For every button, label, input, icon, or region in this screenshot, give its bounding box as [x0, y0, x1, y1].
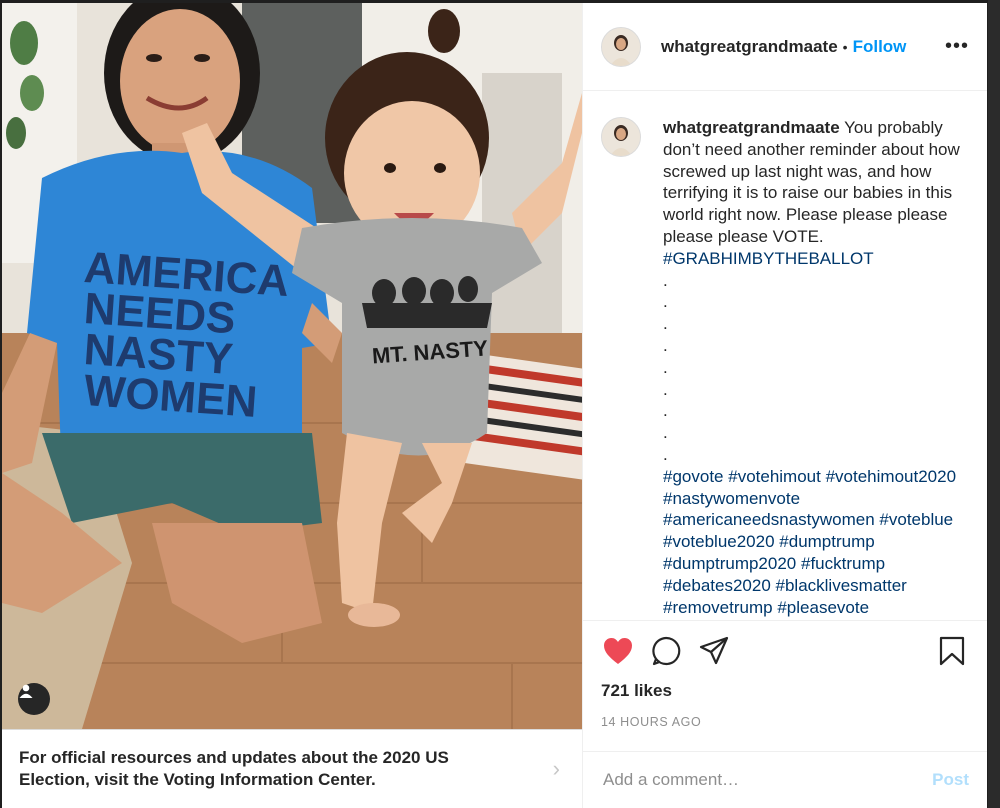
caption-row: whatgreatgrandmaate You probably don’t n…: [601, 117, 969, 618]
tagged-users-button[interactable]: [18, 683, 50, 715]
post-timestamp[interactable]: 14 HOURS AGO: [583, 707, 987, 752]
avatar-image: [602, 27, 640, 66]
media-panel: AMERICA NEEDS NASTY WOMEN MT. NASTY For …: [2, 3, 583, 808]
user-tag-icon: [19, 684, 33, 698]
hashtag-link[interactable]: #dumptrump2020: [663, 554, 796, 573]
avatar[interactable]: [601, 26, 641, 67]
hashtag-link[interactable]: #votehimout2020: [826, 467, 956, 486]
chevron-right-icon: ›: [552, 756, 560, 781]
caption-dot: .: [663, 401, 668, 421]
caption-body: whatgreatgrandmaate You probably don’t n…: [663, 117, 969, 618]
instagram-post-dialog: AMERICA NEEDS NASTY WOMEN MT. NASTY For …: [2, 3, 987, 808]
hashtag-link[interactable]: #dumptrump: [779, 532, 874, 551]
hashtag-link[interactable]: #voteblue: [879, 510, 953, 529]
hashtag-link[interactable]: #debates2020: [663, 576, 771, 595]
post-header: whatgreatgrandmaate • Follow •••: [583, 3, 987, 91]
comment-button[interactable]: [649, 634, 683, 668]
voting-info-banner[interactable]: For official resources and updates about…: [2, 729, 582, 808]
hashtag-link[interactable]: #fucktrump: [801, 554, 885, 573]
hashtag-link[interactable]: #votehimout: [728, 467, 821, 486]
hashtag-link[interactable]: #nastywomenvote: [663, 489, 800, 508]
caption-dot: .: [663, 444, 668, 464]
post-comment-button[interactable]: Post: [932, 770, 969, 790]
post-photo[interactable]: AMERICA NEEDS NASTY WOMEN MT. NASTY: [2, 3, 582, 729]
share-button[interactable]: [697, 634, 731, 668]
comment-form: Post: [583, 752, 987, 808]
hashtag-link[interactable]: #voteblue2020: [663, 532, 775, 551]
background-strip: [988, 0, 1000, 808]
action-bar: [583, 621, 987, 681]
caption-dot: .: [663, 379, 668, 399]
caption-dot: .: [663, 292, 668, 312]
hashtag-link[interactable]: #americaneedsnastywomen: [663, 510, 875, 529]
photo-illustration: AMERICA NEEDS NASTY WOMEN MT. NASTY: [2, 3, 582, 729]
caption-dot: .: [663, 357, 668, 377]
hashtag-link[interactable]: #blacklivesmatter: [776, 576, 907, 595]
hashtag-link[interactable]: #pleasevote: [777, 598, 869, 617]
more-icon[interactable]: •••: [945, 35, 969, 58]
caption-dot: .: [663, 423, 668, 443]
comment-input[interactable]: [601, 769, 933, 791]
caption-username-link[interactable]: whatgreatgrandmaate: [663, 118, 840, 137]
follow-button[interactable]: Follow: [853, 37, 907, 57]
likes-count[interactable]: 721 likes: [583, 681, 987, 707]
header-username-link[interactable]: whatgreatgrandmaate: [661, 37, 838, 57]
avatar-image: [602, 118, 640, 156]
caption-dot: .: [663, 314, 668, 334]
details-panel: whatgreatgrandmaate • Follow ••• whatgre…: [583, 3, 987, 808]
hashtag-link[interactable]: #govote: [663, 467, 724, 486]
like-button[interactable]: [601, 634, 635, 668]
bookmark-icon: [939, 636, 965, 666]
voting-info-text: For official resources and updates about…: [19, 748, 449, 789]
share-icon: [699, 636, 729, 665]
caption-text: You probably don’t need another reminder…: [663, 118, 960, 246]
caption-dot: .: [663, 270, 668, 290]
save-button[interactable]: [935, 634, 969, 668]
caption-avatar[interactable]: [601, 117, 641, 157]
hashtag-link[interactable]: #removetrump: [663, 598, 773, 617]
comment-icon: [652, 636, 681, 666]
header-separator: •: [842, 38, 848, 55]
heart-icon: [604, 638, 632, 664]
hashtag-link[interactable]: #GRABHIMBYTHEBALLOT: [663, 248, 969, 270]
comments-section[interactable]: whatgreatgrandmaate You probably don’t n…: [583, 91, 987, 621]
caption-dot: .: [663, 335, 668, 355]
